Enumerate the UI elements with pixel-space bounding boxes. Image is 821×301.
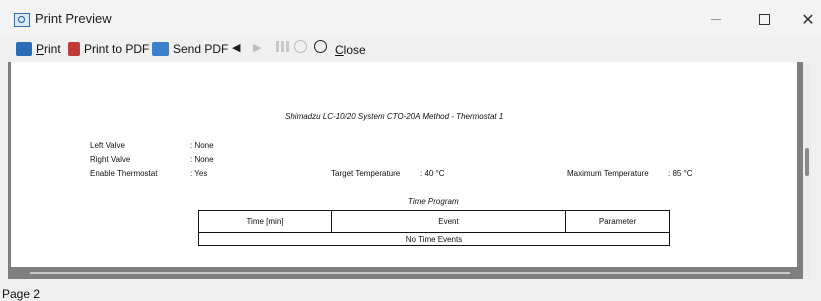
right-valve-label: Right Valve xyxy=(90,155,131,164)
pdf-icon xyxy=(68,41,80,56)
print-button[interactable]: Print xyxy=(16,40,61,57)
right-valve-value: : None xyxy=(190,155,214,164)
send-pdf-label: Send PDF xyxy=(173,41,229,56)
send-pdf-button[interactable]: Send PDF xyxy=(152,40,228,57)
page-indicator: Page 2 xyxy=(2,287,41,301)
table-header-time: Time [min] xyxy=(198,210,332,233)
email-icon xyxy=(152,41,169,56)
close-window-button[interactable]: ✕ xyxy=(786,6,821,32)
title-bar: Print Preview ✕ xyxy=(0,0,821,38)
print-preview-icon xyxy=(14,13,30,27)
enable-thermostat-label: Enable Thermostat xyxy=(90,169,158,178)
window-title: Print Preview xyxy=(35,11,112,26)
target-temperature-value: : 40 °C xyxy=(420,169,445,178)
previous-page-icon[interactable]: ◀ xyxy=(232,41,240,54)
close-label-rest: lose xyxy=(343,42,366,57)
status-bar: Page 2 xyxy=(0,280,821,301)
toolbar: Print Print to PDF Send PDF xyxy=(0,38,821,60)
page-separator xyxy=(30,272,790,274)
left-valve-label: Left Valve xyxy=(90,141,125,150)
close-mnemonic: C xyxy=(335,42,344,57)
table-header-parameter: Parameter xyxy=(565,210,670,233)
time-program-table: Time [min] Event Parameter No Time Event… xyxy=(198,210,670,246)
maximize-button[interactable] xyxy=(742,6,786,32)
table-row: No Time Events xyxy=(198,232,670,246)
maximum-temperature-label: Maximum Temperature xyxy=(567,169,649,178)
print-mnemonic: P xyxy=(36,41,45,56)
maximum-temperature-value: : 85 °C xyxy=(668,169,693,178)
zoom-in-icon[interactable] xyxy=(294,40,307,53)
table-empty-message: No Time Events xyxy=(198,232,670,246)
minimize-button[interactable] xyxy=(694,6,738,32)
print-label: Print xyxy=(36,42,61,56)
time-program-title: Time Program xyxy=(408,197,459,206)
maximize-icon xyxy=(758,13,770,25)
table-header-event: Event xyxy=(331,210,566,233)
close-button[interactable]: Close xyxy=(335,41,366,58)
multiple-pages-icon[interactable] xyxy=(276,41,289,52)
enable-thermostat-value: : Yes xyxy=(190,169,208,178)
close-icon: ✕ xyxy=(801,9,815,29)
print-label-rest: rint xyxy=(44,41,61,56)
print-to-pdf-label: Print to PDF xyxy=(84,41,150,56)
vertical-scrollbar[interactable] xyxy=(803,62,811,279)
left-valve-value: : None xyxy=(190,141,214,150)
table-header-row: Time [min] Event Parameter xyxy=(198,210,670,233)
minimize-icon xyxy=(711,18,721,20)
zoom-out-icon[interactable] xyxy=(314,40,327,53)
print-to-pdf-button[interactable]: Print to PDF xyxy=(68,40,149,57)
printer-icon xyxy=(16,41,32,56)
close-label: Close xyxy=(335,43,366,57)
document-title: Shimadzu LC-10/20 System CTO-20A Method … xyxy=(285,112,504,121)
next-page-icon[interactable]: ▶ xyxy=(253,41,261,54)
scrollbar-thumb[interactable] xyxy=(805,148,809,176)
target-temperature-label: Target Temperature xyxy=(331,169,401,178)
